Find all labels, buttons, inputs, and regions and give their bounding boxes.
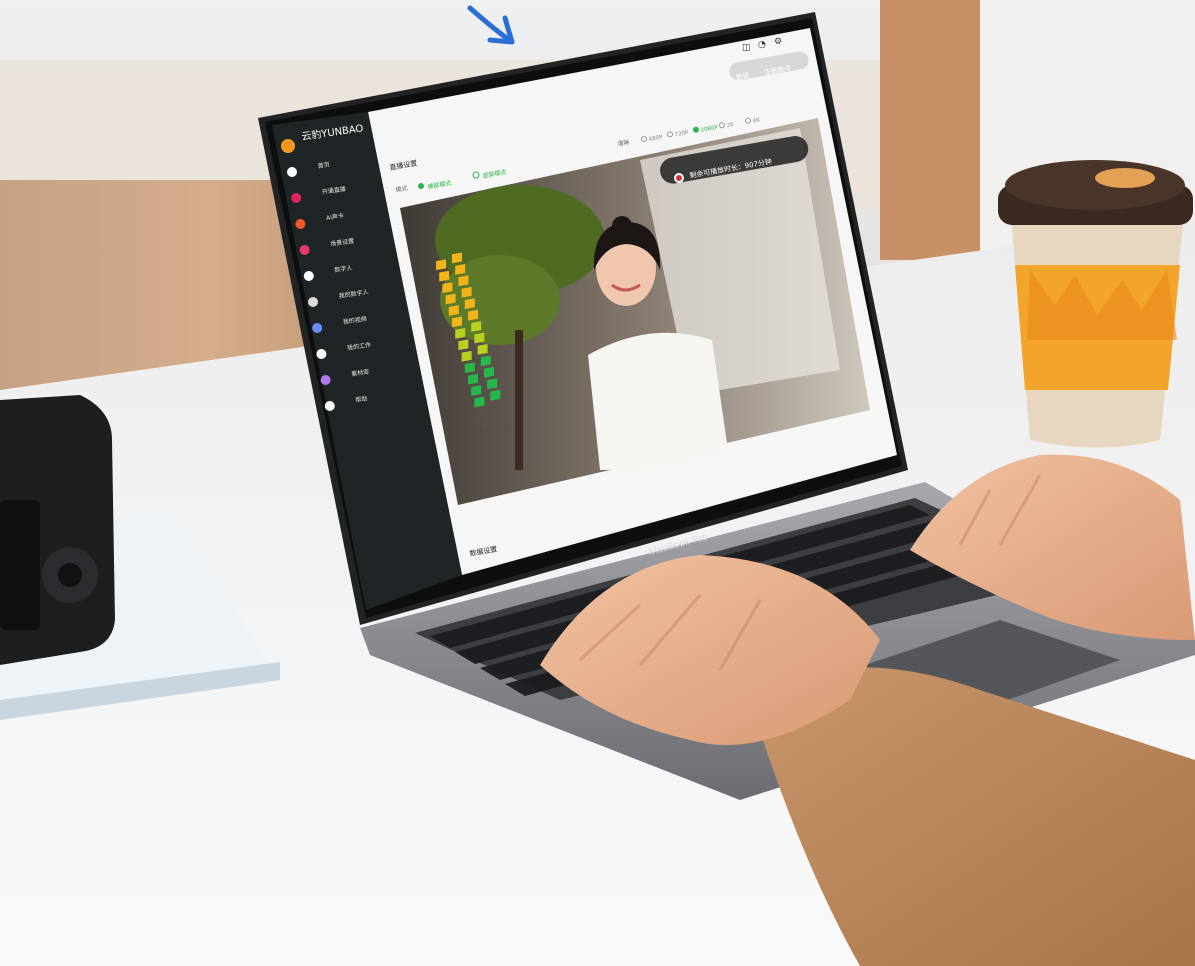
coffee-cup	[998, 160, 1193, 448]
camera	[0, 395, 115, 665]
photo-scene: MacBook Pro	[0, 0, 1195, 966]
